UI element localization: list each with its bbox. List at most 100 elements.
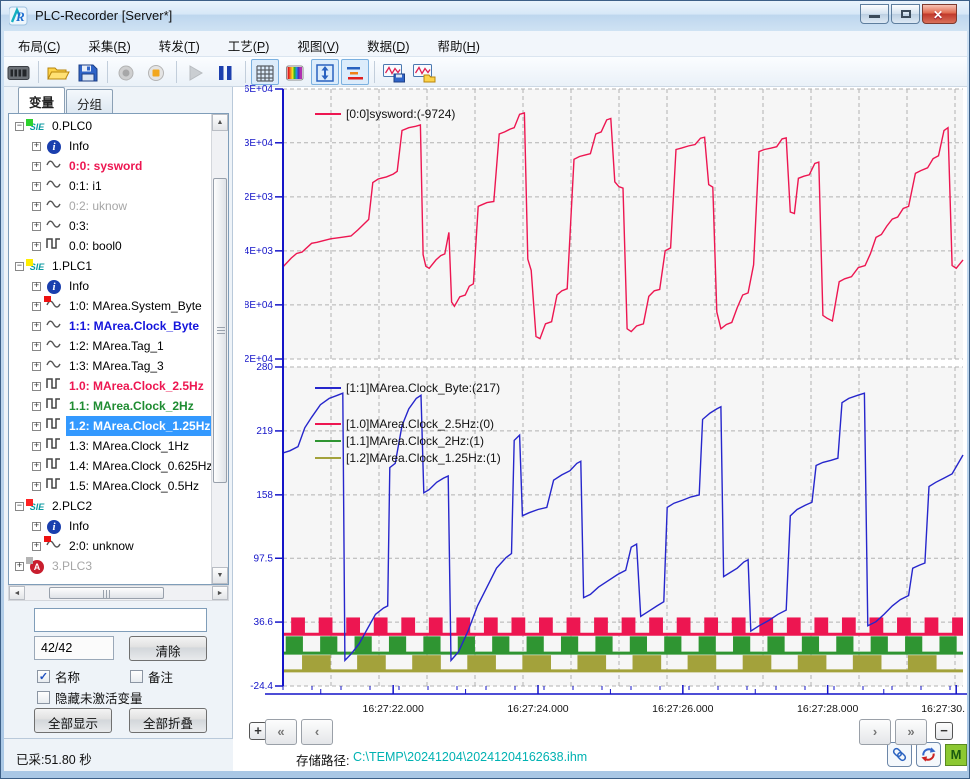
collapse-expander-icon[interactable]: − xyxy=(15,121,24,131)
m-button[interactable]: M xyxy=(945,744,967,766)
scroll-right-button[interactable]: ► xyxy=(212,586,228,600)
expand-expander-icon[interactable]: + xyxy=(32,461,41,471)
scroll-left-button[interactable]: ◄ xyxy=(9,586,25,600)
page-left-button[interactable]: ‹ xyxy=(301,719,333,745)
pause-icon[interactable] xyxy=(212,59,240,85)
tree-item[interactable]: +0.0: bool0 xyxy=(9,236,213,256)
scroll-up-button[interactable]: ▲ xyxy=(212,114,228,131)
collapse-expander-icon[interactable]: − xyxy=(15,501,24,511)
expand-expander-icon[interactable]: + xyxy=(32,421,41,431)
menu-item-layout[interactable]: 布局(C) xyxy=(4,31,74,57)
expand-expander-icon[interactable]: + xyxy=(32,321,41,331)
page-left-fast-button[interactable]: « xyxy=(265,719,297,745)
menu-item-help[interactable]: 帮助(H) xyxy=(423,31,493,57)
vertical-scroll-thumb[interactable] xyxy=(213,178,227,483)
tree-item[interactable]: + i Info xyxy=(9,516,213,536)
expand-expander-icon[interactable]: + xyxy=(32,361,41,371)
menu-item-process[interactable]: 工艺(P) xyxy=(214,31,284,57)
hide-inactive-checkbox[interactable]: 隐藏未激活变量 xyxy=(37,688,143,707)
expand-expander-icon[interactable]: + xyxy=(32,241,41,251)
expand-expander-icon[interactable]: + xyxy=(32,281,41,291)
palette-icon[interactable] xyxy=(281,59,309,85)
page-right-fast-button[interactable]: » xyxy=(895,719,927,745)
tab-groups[interactable]: 分组 xyxy=(66,89,114,113)
search-input[interactable] xyxy=(34,608,207,632)
expand-expander-icon[interactable]: + xyxy=(15,561,24,571)
tree-item[interactable]: +1.2: MArea.Clock_1.25Hz xyxy=(9,416,213,436)
charts-svg[interactable]: 3.76E+04 2.23E+04 6.92E+03 -8.44E+03 -2.38E+… xyxy=(227,84,967,719)
tree-item[interactable]: − SIE 2.PLC2 xyxy=(9,496,213,516)
fit-vertical-icon[interactable] xyxy=(311,59,339,85)
export-curves-icon[interactable] xyxy=(410,59,438,85)
tree-item[interactable]: +1:3: MArea.Tag_3 xyxy=(9,356,213,376)
tree-item[interactable]: +0:3: xyxy=(9,216,213,236)
save-icon[interactable] xyxy=(74,59,102,85)
title-bar[interactable]: R PLC-Recorder [Server*] ✕ xyxy=(1,1,969,31)
tree-vertical-scrollbar[interactable]: ▲ ▼ xyxy=(211,114,228,584)
collapse-all-button[interactable]: 全部折叠 xyxy=(129,708,207,733)
chart-plot-area[interactable]: 3.76E+04 2.23E+04 6.92E+03 -8.44E+03 -2.38E+… xyxy=(227,84,967,719)
record-icon[interactable] xyxy=(113,59,141,85)
menu-item-forward[interactable]: 转发(T) xyxy=(145,31,214,57)
menu-item-data[interactable]: 数据(D) xyxy=(353,31,423,57)
horizontal-scroll-thumb[interactable] xyxy=(49,587,164,599)
expand-expander-icon[interactable]: + xyxy=(32,401,41,411)
expand-expander-icon[interactable]: + xyxy=(32,341,41,351)
play-icon[interactable] xyxy=(182,59,210,85)
save-curves-icon[interactable] xyxy=(380,59,408,85)
stop-icon[interactable] xyxy=(143,59,171,85)
collapse-expander-icon[interactable]: − xyxy=(15,261,24,271)
plc-ab-icon: A xyxy=(26,556,46,576)
plc-panel-icon[interactable] xyxy=(5,59,33,85)
tab-variables[interactable]: 变量 xyxy=(18,87,66,113)
scroll-down-button[interactable]: ▼ xyxy=(212,567,228,584)
zoom-out-button[interactable]: − xyxy=(935,722,953,740)
grid-icon[interactable] xyxy=(251,59,279,85)
tree-item[interactable]: +1:0: MArea.System_Byte xyxy=(9,296,213,316)
close-button[interactable]: ✕ xyxy=(922,4,957,24)
expand-expander-icon[interactable]: + xyxy=(32,521,41,531)
page-right-button[interactable]: › xyxy=(859,719,891,745)
name-checkbox[interactable]: ✓ 名称 xyxy=(37,667,80,686)
show-all-button[interactable]: 全部显示 xyxy=(34,708,112,733)
expand-expander-icon[interactable]: + xyxy=(32,221,41,231)
expand-expander-icon[interactable]: + xyxy=(32,301,41,311)
expand-expander-icon[interactable]: + xyxy=(32,141,41,151)
tree-horizontal-scrollbar[interactable]: ◄ ► xyxy=(8,585,229,601)
restore-button[interactable] xyxy=(891,4,920,24)
expand-expander-icon[interactable]: + xyxy=(32,441,41,451)
tree-item[interactable]: − SIE 1.PLC1 xyxy=(9,256,213,276)
wave-icon xyxy=(44,296,63,316)
tree-item[interactable]: − SIE 0.PLC0 xyxy=(9,116,213,136)
expand-expander-icon[interactable]: + xyxy=(32,381,41,391)
tree-item[interactable]: +2:0: unknow xyxy=(9,536,213,556)
tree-item[interactable]: +1:1: MArea.Clock_Byte xyxy=(9,316,213,336)
tree-item[interactable]: +0:2: uknow xyxy=(9,196,213,216)
tree-item[interactable]: +1.5: MArea.Clock_0.5Hz xyxy=(9,476,213,496)
expand-expander-icon[interactable]: + xyxy=(32,181,41,191)
tree-item[interactable]: + i Info xyxy=(9,136,213,156)
clear-button[interactable]: 清除 xyxy=(129,636,207,661)
menu-item-acquisition[interactable]: 采集(R) xyxy=(74,31,144,57)
remark-checkbox[interactable]: 备注 xyxy=(130,667,173,686)
tree-item[interactable]: +1.0: MArea.Clock_2.5Hz xyxy=(9,376,213,396)
tree-item[interactable]: +0:1: i1 xyxy=(9,176,213,196)
tree-item[interactable]: +1:2: MArea.Tag_1 xyxy=(9,336,213,356)
tree-item[interactable]: +1.3: MArea.Clock_1Hz xyxy=(9,436,213,456)
tree-item[interactable]: +1.1: MArea.Clock_2Hz xyxy=(9,396,213,416)
menu-item-view[interactable]: 视图(V) xyxy=(283,31,353,57)
sync-button[interactable] xyxy=(916,742,941,767)
tree-item[interactable]: +0:0: sysword xyxy=(9,156,213,176)
tree-item[interactable]: +1.4: MArea.Clock_0.625Hz xyxy=(9,456,213,476)
link-button[interactable] xyxy=(887,742,912,767)
expand-expander-icon[interactable]: + xyxy=(32,541,41,551)
curves-layout-icon[interactable] xyxy=(341,59,369,85)
tree-item[interactable]: + i Info xyxy=(9,276,213,296)
tree-item[interactable]: + A 3.PLC3 xyxy=(9,556,213,576)
minimize-button[interactable] xyxy=(860,4,889,24)
expand-expander-icon[interactable]: + xyxy=(32,481,41,491)
svg-text:16:27:30.: 16:27:30. xyxy=(921,703,965,715)
open-folder-icon[interactable] xyxy=(44,59,72,85)
expand-expander-icon[interactable]: + xyxy=(32,201,41,211)
expand-expander-icon[interactable]: + xyxy=(32,161,41,171)
